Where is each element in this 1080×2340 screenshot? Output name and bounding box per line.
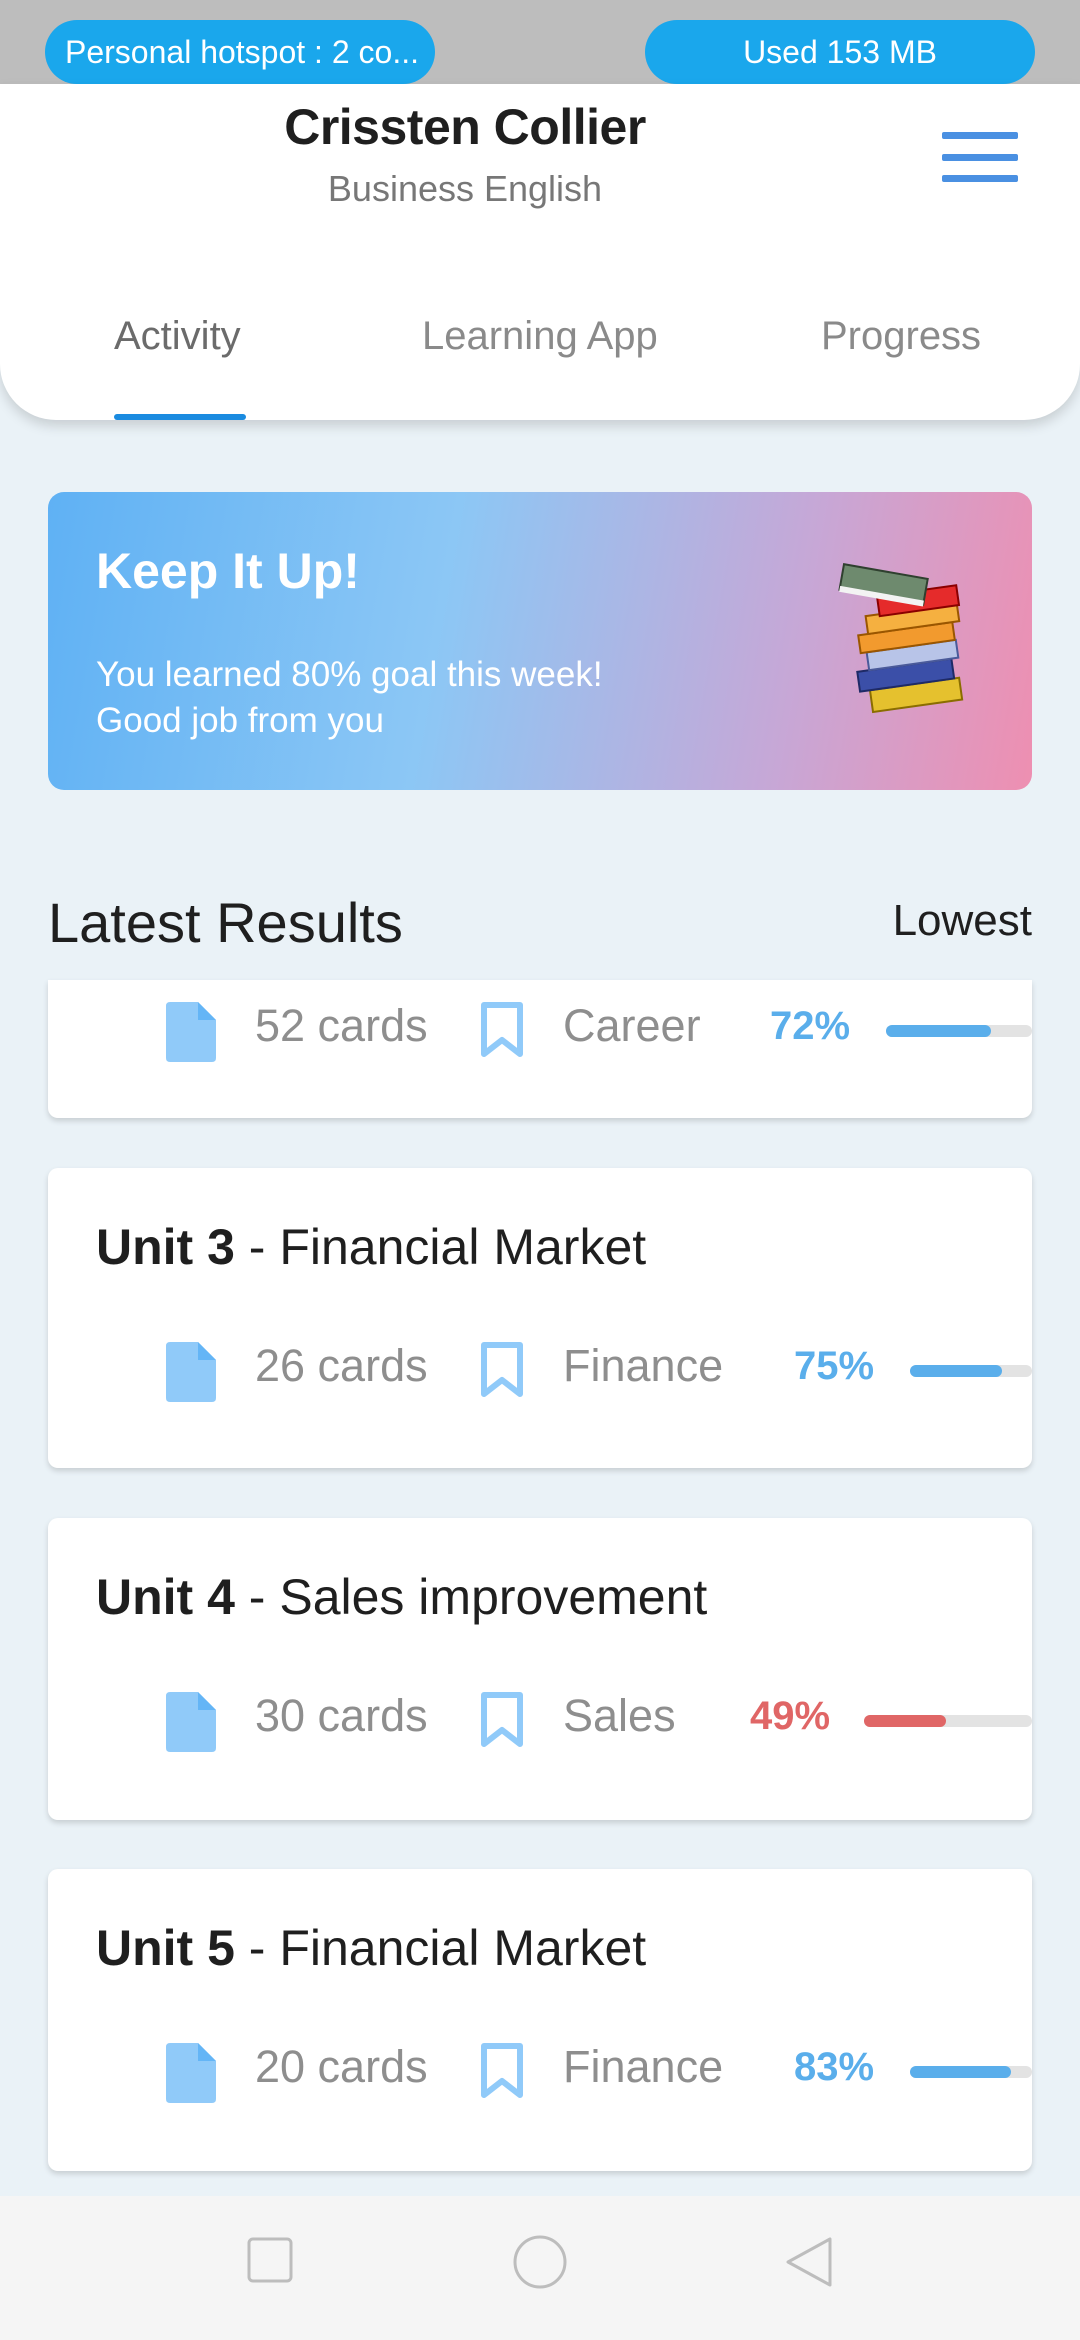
card-meta: 52 cards Career 72% — [118, 994, 1032, 1064]
progress-fill — [910, 1365, 1002, 1377]
card-count: 30 cards — [255, 1690, 428, 1741]
books-icon — [838, 563, 964, 714]
card-meta: 20 cards Finance 83% — [118, 2035, 1032, 2105]
unit-title: Unit 3 - Financial Market — [96, 1218, 646, 1276]
progress-bar — [886, 1025, 1032, 1037]
card-meta: 26 cards Finance 75% — [118, 1334, 1032, 1404]
recent-apps-icon[interactable] — [246, 2236, 294, 2284]
document-icon — [166, 1002, 216, 1062]
tab-learning-app[interactable]: Learning App — [422, 314, 658, 359]
progress-percent: 75% — [794, 1344, 875, 1388]
data-usage-indicator[interactable]: Used 153 MB — [645, 20, 1035, 84]
progress-percent: 83% — [794, 2045, 875, 2089]
unit-name: - Financial Market — [234, 1219, 647, 1275]
system-nav-bar — [0, 2196, 1080, 2340]
card-category: Sales — [563, 1690, 676, 1741]
tab-progress[interactable]: Progress — [821, 314, 981, 359]
course-name: Business English — [327, 168, 603, 209]
card-count: 26 cards — [255, 1340, 428, 1391]
bookmark-icon — [481, 2043, 523, 2098]
progress-bar — [864, 1715, 1032, 1727]
bookmark-icon — [481, 1692, 523, 1747]
hotspot-indicator[interactable]: Personal hotspot : 2 co... — [45, 20, 435, 84]
unit-name: - Financial Market — [234, 1920, 647, 1976]
banner-line-2: Good job from you — [96, 701, 384, 740]
unit-title: Unit 5 - Financial Market — [96, 1919, 646, 1977]
banner-title: Keep It Up! — [96, 543, 360, 599]
document-icon — [166, 1342, 216, 1402]
banner-line-1: You learned 80% goal this week! — [96, 655, 603, 694]
result-card[interactable]: 52 cards Career 72% — [48, 980, 1032, 1118]
progress-bar — [910, 2066, 1032, 2078]
card-count: 52 cards — [255, 1000, 428, 1051]
progress-percent: 49% — [750, 1694, 831, 1738]
active-tab-indicator — [114, 414, 246, 420]
bookmark-icon — [481, 1342, 523, 1397]
progress-fill — [910, 2066, 1012, 2078]
card-meta: 30 cards Sales 49% — [118, 1684, 1032, 1754]
result-card[interactable]: Unit 4 - Sales improvement 30 cards Sale… — [48, 1518, 1032, 1820]
latest-results-title: Latest Results — [48, 891, 403, 954]
unit-number: Unit 4 — [96, 1569, 235, 1625]
goal-banner: Keep It Up! You learned 80% goal this we… — [48, 492, 1032, 790]
hamburger-menu-icon[interactable] — [938, 126, 1022, 188]
result-card[interactable]: Unit 5 - Financial Market 20 cards Finan… — [48, 1869, 1032, 2171]
card-category: Career — [563, 1000, 701, 1051]
result-card[interactable]: Unit 3 - Financial Market 26 cards Finan… — [48, 1168, 1032, 1468]
document-icon — [166, 2043, 216, 2103]
back-icon[interactable] — [784, 2236, 834, 2288]
progress-fill — [886, 1025, 992, 1037]
progress-fill — [864, 1715, 947, 1727]
unit-name: - Sales improvement — [234, 1569, 708, 1625]
document-icon — [166, 1692, 216, 1752]
card-category: Finance — [563, 1340, 724, 1391]
progress-percent: 72% — [770, 1004, 851, 1048]
status-bar: Personal hotspot : 2 co... Used 153 MB — [0, 0, 1080, 84]
unit-title: Unit 4 - Sales improvement — [96, 1568, 707, 1626]
card-category: Finance — [563, 2041, 724, 2092]
sort-lowest-button[interactable]: Lowest — [893, 896, 1032, 946]
bookmark-icon — [481, 1002, 523, 1057]
unit-number: Unit 5 — [96, 1920, 235, 1976]
profile-header: Crissten Collier Business English Activi… — [0, 84, 1080, 420]
user-name: Crissten Collier — [284, 99, 646, 155]
unit-number: Unit 3 — [96, 1219, 235, 1275]
home-icon[interactable] — [512, 2234, 568, 2290]
tab-activity[interactable]: Activity — [114, 314, 241, 359]
card-count: 20 cards — [255, 2041, 428, 2092]
progress-bar — [910, 1365, 1032, 1377]
banner-message: You learned 80% goal this week! Good job… — [96, 652, 696, 744]
